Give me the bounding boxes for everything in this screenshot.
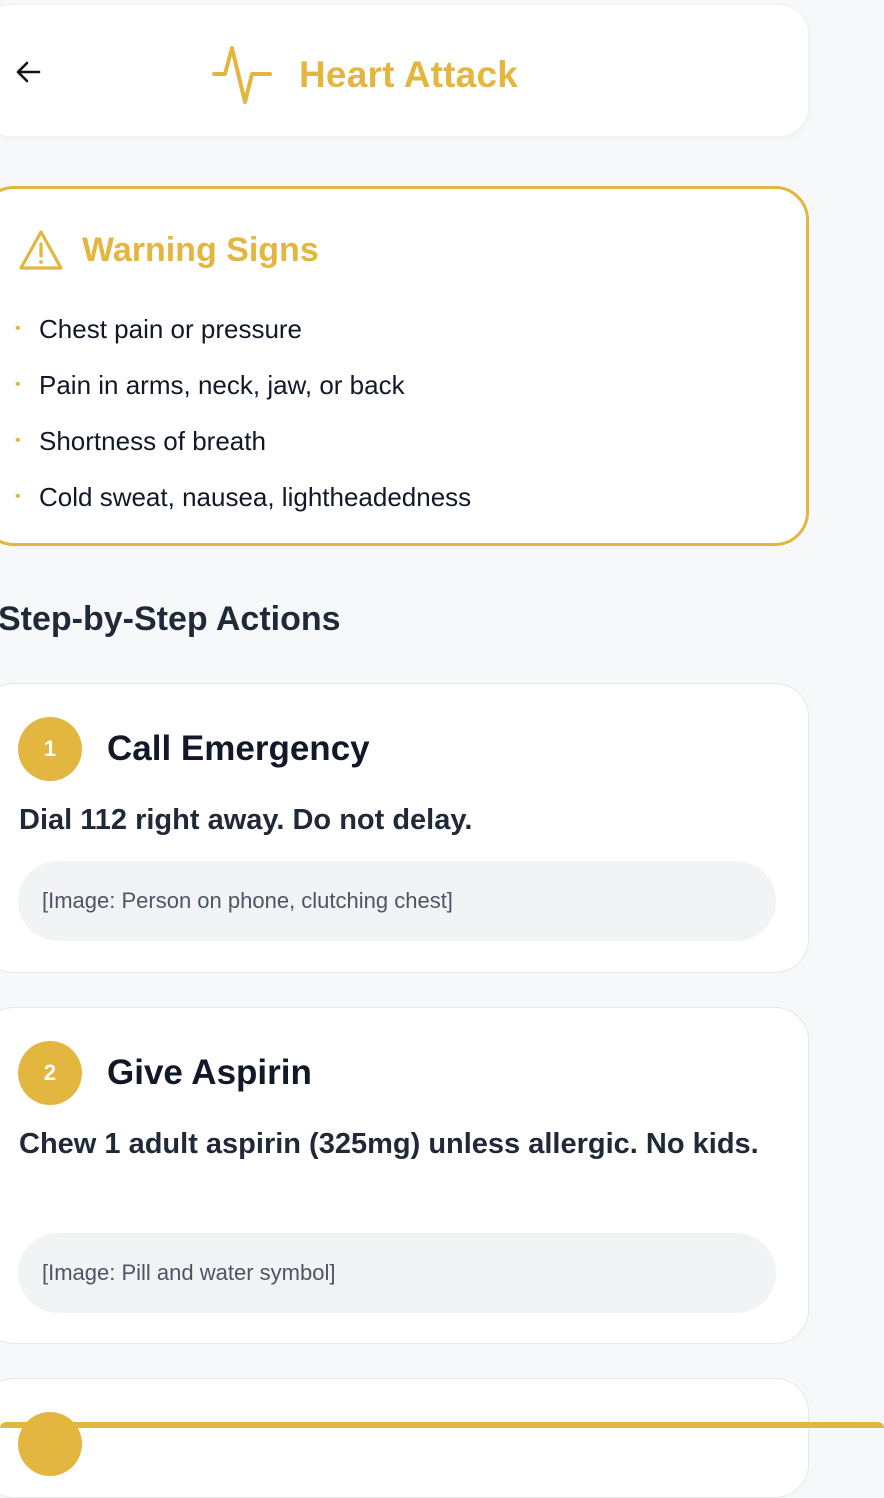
step-number-badge: 2 [18,1041,82,1105]
steps-section-title: Step-by-Step Actions [0,600,341,638]
step-header: 1 Call Emergency [18,717,370,781]
bullet-icon: • [15,320,21,337]
step-description: Dial 112 right away. Do not delay. [19,804,473,836]
warning-triangle-icon [19,230,63,270]
warning-sign-text: Pain in arms, neck, jaw, or back [39,369,405,400]
bullet-icon: • [15,376,21,393]
warning-signs-list: • Chest pain or pressure • Pain in arms,… [15,301,471,525]
warning-signs-card: Warning Signs • Chest pain or pressure •… [0,186,809,546]
bottom-action-bar[interactable] [0,1422,884,1428]
step-header: 2 Give Aspirin [18,1041,312,1105]
step-title: Give Aspirin [107,1053,312,1092]
list-item: • Shortness of breath [15,413,471,469]
warning-sign-text: Chest pain or pressure [39,313,303,344]
step-card-1[interactable]: 1 Call Emergency Dial 112 right away. Do… [0,683,809,973]
page-title: Heart Attack [299,54,518,95]
step-description: Chew 1 adult aspirin (325mg) unless alle… [19,1128,759,1160]
step-card-3[interactable] [0,1378,809,1498]
step-card-2[interactable]: 2 Give Aspirin Chew 1 adult aspirin (325… [0,1007,809,1344]
arrow-left-icon [16,61,41,83]
step-title: Call Emergency [107,729,370,768]
list-item: • Chest pain or pressure [15,301,471,357]
warning-signs-header: Warning Signs [18,229,319,271]
heartbeat-pulse-icon [212,46,272,104]
warning-sign-text: Shortness of breath [39,425,266,456]
step-image-placeholder: [Image: Pill and water symbol] [18,1233,776,1313]
list-item: • Cold sweat, nausea, lightheadedness [15,469,471,525]
step-image-caption: [Image: Pill and water symbol] [42,1260,336,1285]
back-button[interactable] [11,55,45,89]
list-item: • Pain in arms, neck, jaw, or back [15,357,471,413]
bullet-icon: • [15,488,21,505]
step-image-placeholder: [Image: Person on phone, clutching chest… [18,861,776,941]
step-image-caption: [Image: Person on phone, clutching chest… [42,888,453,913]
warning-sign-text: Cold sweat, nausea, lightheadedness [39,481,472,512]
warning-signs-title: Warning Signs [82,230,319,269]
header-title-group: Heart Attack [211,43,518,107]
app-header: Heart Attack [0,4,809,137]
bullet-icon: • [15,432,21,449]
step-number-badge: 1 [18,717,82,781]
